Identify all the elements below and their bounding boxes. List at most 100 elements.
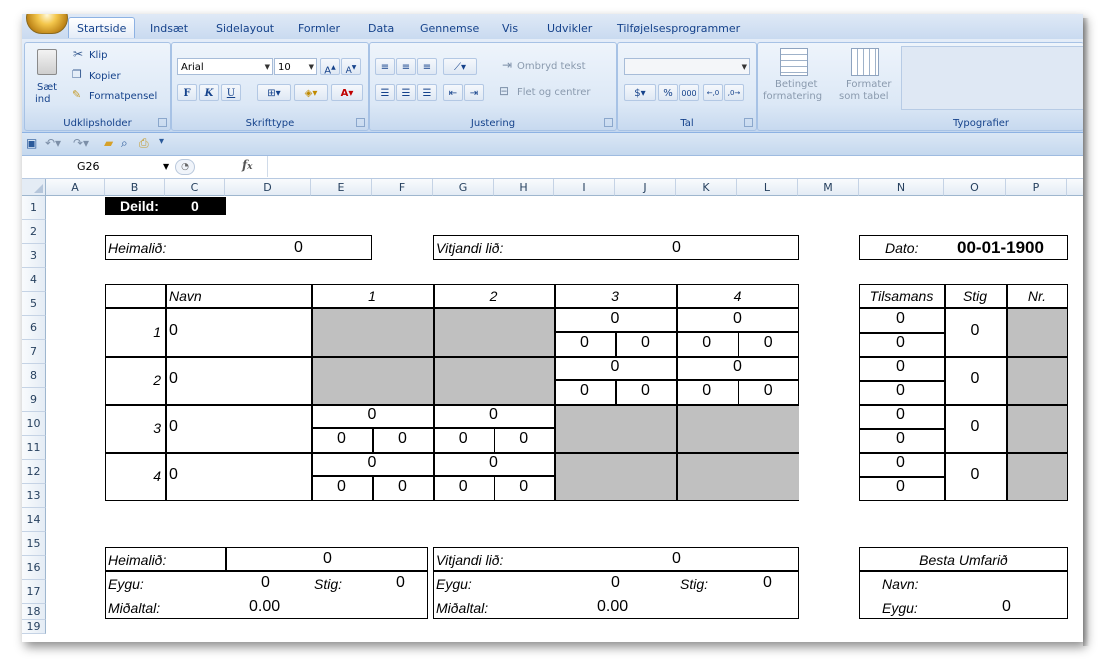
score-left-p2-r4[interactable]: 0 xyxy=(676,382,738,400)
row-header-11[interactable]: 11 xyxy=(22,436,46,460)
print-icon[interactable]: ⎙ xyxy=(139,136,149,151)
row-header-14[interactable]: 14 xyxy=(22,508,46,532)
column-header-i[interactable]: I xyxy=(554,179,615,196)
worksheet-grid[interactable]: ABCDEFGHIJKLMNOP 1 2 3 4 5 6 7 8 9 10 11 12 13 14 15 16… xyxy=(22,179,1083,642)
score-right-p3-r1[interactable]: 0 xyxy=(372,430,433,448)
bottom-away-avg-value[interactable]: 0.00 xyxy=(597,598,628,616)
align-center-icon[interactable]: ☰ xyxy=(396,84,416,101)
player-name-3[interactable]: 0 xyxy=(169,418,178,436)
open-folder-icon[interactable]: ▰ xyxy=(104,136,113,150)
row-header-10[interactable]: 10 xyxy=(22,412,46,436)
tab-vis[interactable]: Vis xyxy=(502,22,518,35)
total-bottom-3[interactable]: 0 xyxy=(896,430,905,448)
score-left-p3-r1[interactable]: 0 xyxy=(311,430,372,448)
best-round-eygu-value[interactable]: 0 xyxy=(1002,598,1011,616)
tab-indsaet[interactable]: Indsæt xyxy=(150,22,188,35)
score-total-p2-r3[interactable]: 0 xyxy=(554,358,676,376)
save-icon[interactable]: ▣ xyxy=(26,136,37,150)
customize-toolbar-icon[interactable]: ▾ xyxy=(159,136,164,147)
row-header-9[interactable]: 9 xyxy=(22,388,46,412)
paste-button[interactable]: Sæt ind xyxy=(29,47,65,107)
align-bottom-icon[interactable]: ≡ xyxy=(417,58,437,75)
stig-value-1[interactable]: 0 xyxy=(944,322,1006,340)
bottom-away-eygu-value[interactable]: 0 xyxy=(611,574,620,592)
row-header-1[interactable]: 1 xyxy=(22,196,46,220)
score-left-p1-r4[interactable]: 0 xyxy=(676,334,738,352)
bottom-home-eygu-value[interactable]: 0 xyxy=(261,574,270,592)
deild-cell[interactable]: Deild: 0 xyxy=(105,197,226,215)
column-header-l[interactable]: L xyxy=(737,179,798,196)
total-top-4[interactable]: 0 xyxy=(896,454,905,472)
font-size-combo[interactable]: 10 ▼ xyxy=(274,58,317,75)
stig-value-2[interactable]: 0 xyxy=(944,370,1006,388)
column-header-c[interactable]: C xyxy=(165,179,225,196)
score-right-p4-r2[interactable]: 0 xyxy=(494,478,555,496)
row-header-19[interactable]: 19 xyxy=(22,620,46,634)
number-launcher-icon[interactable] xyxy=(744,118,753,127)
column-header-e[interactable]: E xyxy=(311,179,372,196)
score-total-p3-r1[interactable]: 0 xyxy=(311,406,433,424)
row-header-18[interactable]: 18 xyxy=(22,604,46,620)
format-as-table-line2[interactable]: som tabel xyxy=(839,91,889,102)
tab-data[interactable]: Data xyxy=(368,22,394,35)
bottom-away-stig-value[interactable]: 0 xyxy=(763,574,772,592)
number-format-combo[interactable]: ▼ xyxy=(624,58,750,75)
score-left-p2-r3[interactable]: 0 xyxy=(554,382,615,400)
clipboard-launcher-icon[interactable] xyxy=(158,118,167,127)
print-preview-icon[interactable]: ⌕ xyxy=(121,136,128,151)
row-header-6[interactable]: 6 xyxy=(22,316,46,340)
tab-udvikler[interactable]: Udvikler xyxy=(547,22,592,35)
column-header-g[interactable]: G xyxy=(433,179,494,196)
redo-icon[interactable]: ↷▾ xyxy=(73,136,89,150)
wrap-text-button[interactable]: Ombryd tekst xyxy=(517,61,586,72)
row-header-5[interactable]: 5 xyxy=(22,292,46,316)
row-header-17[interactable]: 17 xyxy=(22,580,46,604)
insert-function-icon[interactable]: fx xyxy=(242,158,253,172)
stig-value-4[interactable]: 0 xyxy=(944,466,1006,484)
score-right-p2-r4[interactable]: 0 xyxy=(738,382,800,400)
score-left-p3-r2[interactable]: 0 xyxy=(433,430,494,448)
bold-button[interactable]: F xyxy=(177,84,197,101)
tab-sidelayout[interactable]: Sidelayout xyxy=(216,22,274,35)
row-header-15[interactable]: 15 xyxy=(22,532,46,556)
column-header-a[interactable]: A xyxy=(46,179,105,196)
score-total-p1-r4[interactable]: 0 xyxy=(676,310,799,328)
tab-formler[interactable]: Formler xyxy=(298,22,340,35)
total-top-2[interactable]: 0 xyxy=(896,358,905,376)
cut-button[interactable]: Klip xyxy=(89,50,107,61)
score-total-p1-r3[interactable]: 0 xyxy=(554,310,676,328)
score-right-p1-r3[interactable]: 0 xyxy=(615,334,676,352)
score-right-p4-r1[interactable]: 0 xyxy=(372,478,433,496)
row-header-16[interactable]: 16 xyxy=(22,556,46,580)
bottom-home-stig-value[interactable]: 0 xyxy=(396,574,405,592)
column-header-b[interactable]: B xyxy=(105,179,165,196)
score-total-p2-r4[interactable]: 0 xyxy=(676,358,799,376)
shrink-font-button[interactable]: A▼ xyxy=(341,58,361,76)
align-top-icon[interactable]: ≡ xyxy=(375,58,395,75)
row-header-8[interactable]: 8 xyxy=(22,364,46,388)
format-painter-button[interactable]: Formatpensel xyxy=(89,91,157,102)
conditional-formatting-line1[interactable]: Betinget xyxy=(775,79,817,90)
score-right-p2-r3[interactable]: 0 xyxy=(615,382,676,400)
font-launcher-icon[interactable] xyxy=(356,118,365,127)
column-header-n[interactable]: N xyxy=(859,179,944,196)
date-box[interactable]: Dato: 00-01-1900 xyxy=(859,235,1068,260)
select-all-corner[interactable] xyxy=(22,179,46,196)
player-name-2[interactable]: 0 xyxy=(169,370,178,388)
tab-gennemse[interactable]: Gennemse xyxy=(420,22,479,35)
font-name-dropdown-icon[interactable]: ▼ xyxy=(265,59,270,76)
increase-indent-icon[interactable]: ⇥ xyxy=(464,84,484,101)
row-header-13[interactable]: 13 xyxy=(22,484,46,508)
conditional-formatting-line2[interactable]: formatering xyxy=(763,91,822,102)
tab-tilfoejelsesprogrammer[interactable]: Tilføjelsesprogrammer xyxy=(617,22,740,35)
total-bottom-4[interactable]: 0 xyxy=(896,478,905,496)
row-header-7[interactable]: 7 xyxy=(22,340,46,364)
score-left-p1-r3[interactable]: 0 xyxy=(554,334,615,352)
grow-font-button[interactable]: A▲ xyxy=(320,58,340,76)
borders-icon[interactable]: ⊞▾ xyxy=(257,84,291,101)
score-left-p4-r1[interactable]: 0 xyxy=(311,478,372,496)
column-header-m[interactable]: M xyxy=(798,179,859,196)
home-team-box[interactable]: Heimalið: 0 xyxy=(105,235,372,260)
font-name-combo[interactable]: Arial ▼ xyxy=(177,58,273,75)
currency-button[interactable]: $▾ xyxy=(624,84,656,101)
